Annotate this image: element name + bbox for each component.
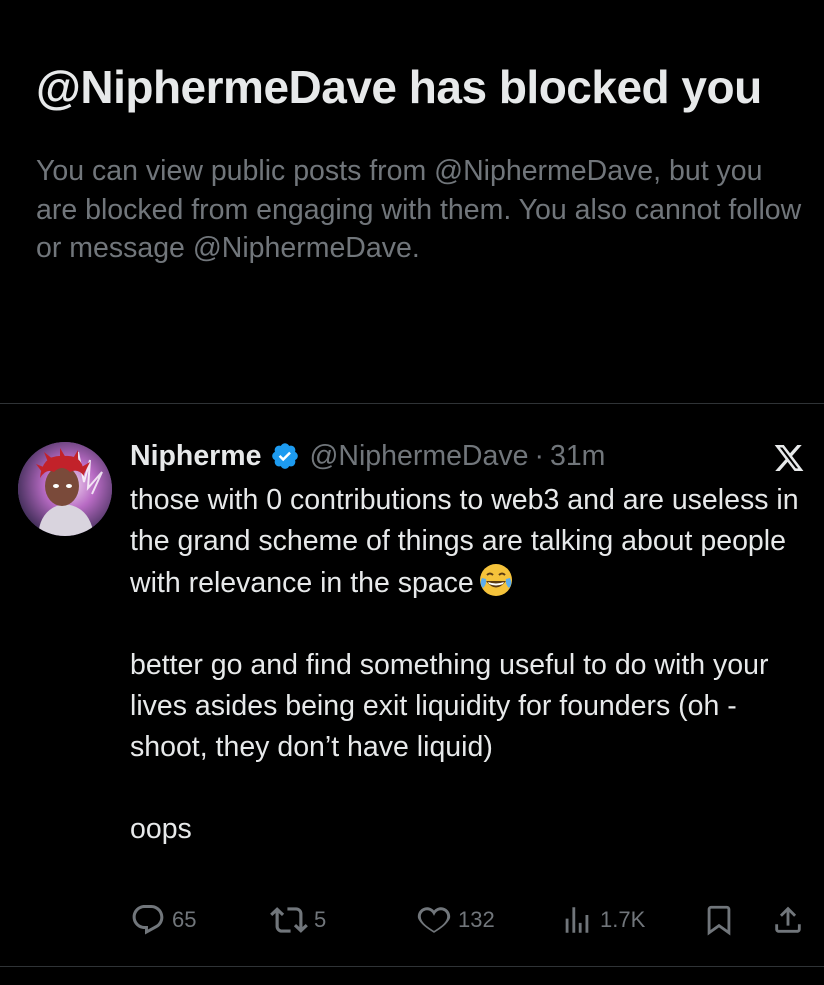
- views-button[interactable]: 1.7K: [560, 900, 645, 940]
- blocked-description: You can view public posts from @Nipherme…: [36, 155, 802, 264]
- timestamp[interactable]: 31m: [550, 440, 605, 473]
- face-with-tears-of-joy-icon: [478, 562, 514, 598]
- avatar-image: [18, 442, 112, 536]
- tweet-text: those with 0 contributions to web3 and a…: [130, 480, 810, 850]
- avatar[interactable]: [18, 442, 112, 536]
- repost-count: 5: [314, 907, 327, 932]
- reply-button[interactable]: 65: [130, 900, 196, 940]
- blocked-notice: @NiphermeDave has blocked you You can vi…: [36, 58, 806, 268]
- like-button[interactable]: 132: [416, 900, 495, 940]
- divider: [0, 966, 824, 967]
- x-logo-icon: [772, 442, 806, 474]
- handle[interactable]: @NiphermeDave: [309, 440, 528, 473]
- heart-icon: [417, 907, 451, 933]
- blocked-title: @NiphermeDave has blocked you: [36, 61, 762, 113]
- tweet-paragraph: those with 0 contributions to web3 and a…: [130, 484, 799, 599]
- reply-icon: [132, 905, 164, 935]
- repost-button[interactable]: 5: [270, 900, 326, 940]
- tweet-paragraph: oops: [130, 813, 192, 845]
- blocked-profile-page: @NiphermeDave has blocked you You can vi…: [0, 0, 824, 985]
- verified-badge-icon: [270, 441, 300, 471]
- reply-count: 65: [172, 907, 197, 932]
- tweet[interactable]: Nipherme @NiphermeDave · 31m those with …: [0, 404, 824, 966]
- repost-icon: [270, 907, 308, 933]
- like-count: 132: [458, 907, 495, 932]
- tweet-actions: 65 5 132 1.7K: [0, 900, 824, 940]
- analytics-icon: [565, 907, 589, 933]
- view-count: 1.7K: [600, 907, 646, 932]
- bookmark-icon: [707, 905, 731, 936]
- share-button[interactable]: [771, 900, 805, 940]
- tweet-header: Nipherme @NiphermeDave · 31m: [130, 434, 605, 478]
- bookmark-button[interactable]: [702, 900, 736, 940]
- share-icon: [775, 906, 801, 933]
- tweet-paragraph: better go and find something useful to d…: [130, 649, 769, 763]
- separator-dot: ·: [534, 439, 544, 472]
- display-name[interactable]: Nipherme: [130, 440, 261, 473]
